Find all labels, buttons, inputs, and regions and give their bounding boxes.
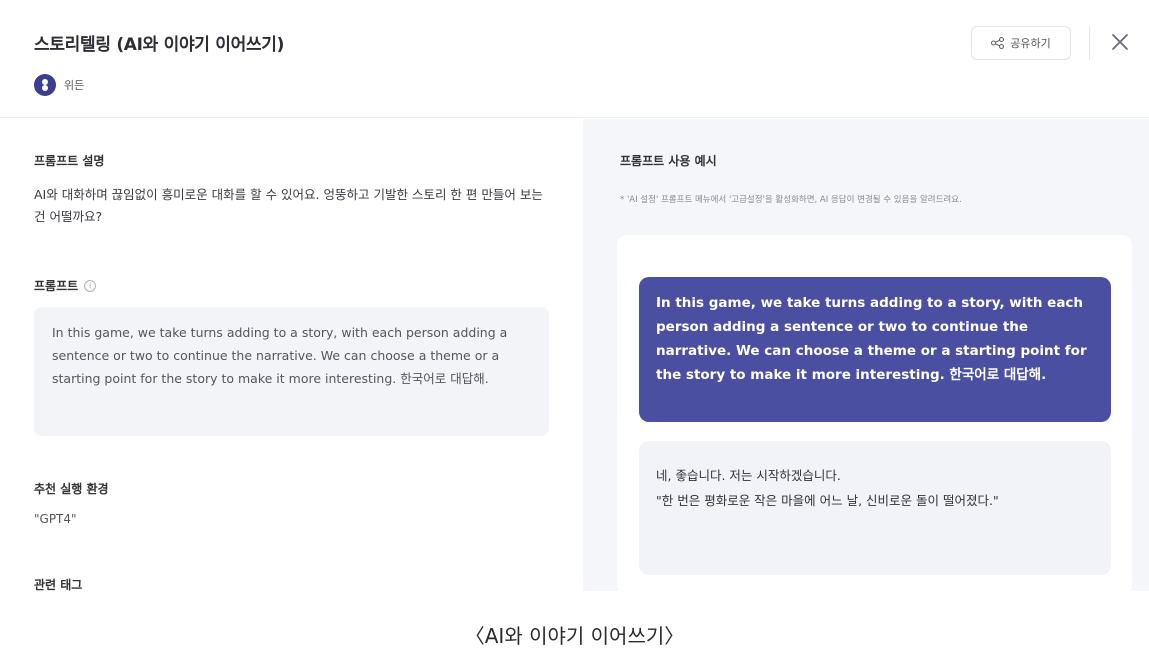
- share-button[interactable]: 공유하기: [971, 26, 1071, 60]
- ai-message-line: "한 번은 평화로운 작은 마을에 어느 날, 신비로운 돌이 떨어졌다.": [656, 493, 999, 508]
- example-label: 프롬프트 사용 예시: [620, 154, 717, 168]
- prompt-label: 프롬프트 i: [34, 277, 97, 294]
- author-info: 위든: [34, 74, 84, 96]
- user-message-bubble: In this game, we take turns adding to a …: [639, 277, 1111, 422]
- close-icon[interactable]: [1106, 28, 1134, 56]
- ai-message-line: 네, 좋습니다. 저는 시작하겠습니다.: [656, 468, 841, 483]
- header-divider: [1089, 26, 1090, 60]
- env-value: "GPT4": [34, 512, 77, 526]
- description-text: AI와 대화하며 끊임없이 흥미로운 대화를 할 수 있어요. 엉뚱하고 기발한…: [34, 187, 543, 224]
- prompt-text-box[interactable]: In this game, we take turns adding to a …: [34, 307, 549, 436]
- description-label: 프롬프트 설명: [34, 154, 105, 168]
- share-button-label: 공유하기: [1010, 37, 1051, 50]
- figure-caption: 〈AI와 이야기 이어쓰기〉: [464, 624, 685, 648]
- ai-message-bubble: 네, 좋습니다. 저는 시작하겠습니다. "한 번은 평화로운 작은 마을에 어…: [639, 441, 1111, 575]
- env-label: 추천 실행 환경: [34, 482, 109, 496]
- author-name: 위든: [64, 79, 85, 92]
- modal-header: 스토리텔링 (AI와 이야기 이어쓰기) 위든 공유하기: [0, 0, 1149, 118]
- avatar: [34, 74, 56, 96]
- page-title: 스토리텔링 (AI와 이야기 이어쓰기): [34, 35, 285, 55]
- info-icon[interactable]: i: [84, 279, 97, 292]
- share-icon: [991, 37, 1005, 49]
- example-note: * 'AI 설정' 프롬프트 메뉴에서 '고급설정'을 활성화하면, AI 응답…: [620, 195, 962, 205]
- prompt-label-text: 프롬프트: [34, 279, 79, 293]
- tags-label: 관련 태그: [34, 578, 83, 592]
